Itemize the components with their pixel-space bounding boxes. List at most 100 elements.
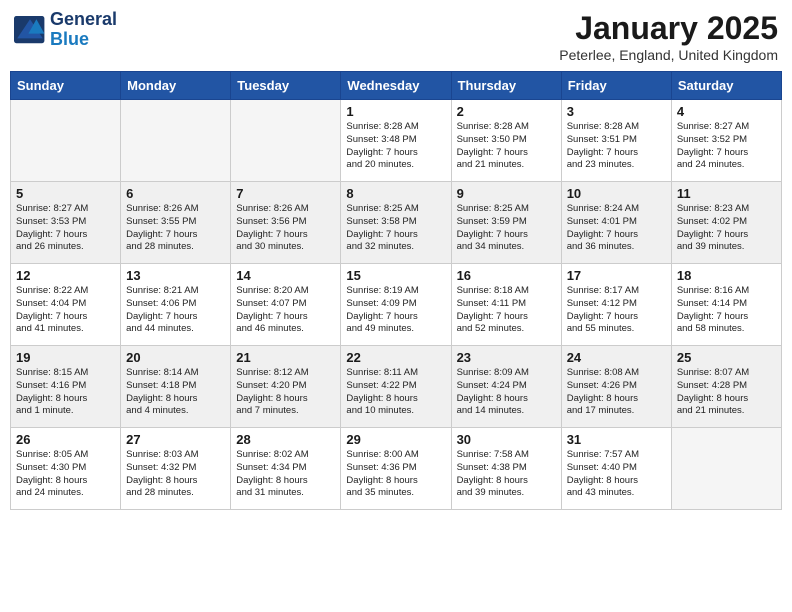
calendar-cell: 5Sunrise: 8:27 AM Sunset: 3:53 PM Daylig…	[11, 182, 121, 264]
day-info: Sunrise: 8:23 AM Sunset: 4:02 PM Dayligh…	[677, 203, 776, 254]
day-info: Sunrise: 8:25 AM Sunset: 3:58 PM Dayligh…	[346, 203, 445, 254]
day-info: Sunrise: 7:58 AM Sunset: 4:38 PM Dayligh…	[457, 449, 556, 500]
day-number: 5	[16, 186, 115, 201]
day-info: Sunrise: 8:17 AM Sunset: 4:12 PM Dayligh…	[567, 285, 666, 336]
day-info: Sunrise: 8:26 AM Sunset: 3:55 PM Dayligh…	[126, 203, 225, 254]
weekday-header-thursday: Thursday	[451, 72, 561, 100]
day-number: 13	[126, 268, 225, 283]
day-info: Sunrise: 8:28 AM Sunset: 3:48 PM Dayligh…	[346, 121, 445, 172]
day-info: Sunrise: 8:28 AM Sunset: 3:50 PM Dayligh…	[457, 121, 556, 172]
day-info: Sunrise: 8:08 AM Sunset: 4:26 PM Dayligh…	[567, 367, 666, 418]
day-number: 11	[677, 186, 776, 201]
day-info: Sunrise: 8:22 AM Sunset: 4:04 PM Dayligh…	[16, 285, 115, 336]
day-info: Sunrise: 8:27 AM Sunset: 3:52 PM Dayligh…	[677, 121, 776, 172]
day-info: Sunrise: 8:18 AM Sunset: 4:11 PM Dayligh…	[457, 285, 556, 336]
day-number: 21	[236, 350, 335, 365]
day-info: Sunrise: 8:02 AM Sunset: 4:34 PM Dayligh…	[236, 449, 335, 500]
day-number: 27	[126, 432, 225, 447]
calendar-cell: 23 Sunrise: 8:09 AM Sunset: 4:24 PM Dayli…	[451, 346, 561, 428]
calendar-cell: 22Sunrise: 8:11 AM Sunset: 4:22 PM Dayli…	[341, 346, 451, 428]
calendar-cell: 25Sunrise: 8:07 AM Sunset: 4:28 PM Dayli…	[671, 346, 781, 428]
day-info: Sunrise: 8:12 AM Sunset: 4:20 PM Dayligh…	[236, 367, 335, 418]
day-info: Sunrise: 8:16 AM Sunset: 4:14 PM Dayligh…	[677, 285, 776, 336]
calendar-cell: 1 Sunrise: 8:28 AM Sunset: 3:48 PM Daylig…	[341, 100, 451, 182]
day-info: Sunrise: 8:21 AM Sunset: 4:06 PM Dayligh…	[126, 285, 225, 336]
calendar-cell: 21 Sunrise: 8:12 AM Sunset: 4:20 PM Dayli…	[231, 346, 341, 428]
calendar-cell: 24 Sunrise: 8:08 AM Sunset: 4:26 PM Dayli…	[561, 346, 671, 428]
calendar-cell: 9 Sunrise: 8:25 AM Sunset: 3:59 PM Daylig…	[451, 182, 561, 264]
day-number: 8	[346, 186, 445, 201]
day-number: 17	[567, 268, 666, 283]
day-info: Sunrise: 8:07 AM Sunset: 4:28 PM Dayligh…	[677, 367, 776, 418]
location: Peterlee, England, United Kingdom	[559, 47, 778, 63]
calendar-cell: 19Sunrise: 8:15 AM Sunset: 4:16 PM Dayli…	[11, 346, 121, 428]
day-number: 4	[677, 104, 776, 119]
calendar-cell: 4 Sunrise: 8:27 AM Sunset: 3:52 PM Daylig…	[671, 100, 781, 182]
day-info: Sunrise: 8:00 AM Sunset: 4:36 PM Dayligh…	[346, 449, 445, 500]
day-info: Sunrise: 8:20 AM Sunset: 4:07 PM Dayligh…	[236, 285, 335, 336]
calendar-week-5: 26Sunrise: 8:05 AM Sunset: 4:30 PM Dayli…	[11, 428, 782, 510]
day-number: 3	[567, 104, 666, 119]
day-number: 23	[457, 350, 556, 365]
day-number: 6	[126, 186, 225, 201]
day-number: 22	[346, 350, 445, 365]
weekday-header-tuesday: Tuesday	[231, 72, 341, 100]
day-number: 31	[567, 432, 666, 447]
page-header: General Blue January 2025 Peterlee, Engl…	[10, 10, 782, 63]
day-info: Sunrise: 8:03 AM Sunset: 4:32 PM Dayligh…	[126, 449, 225, 500]
day-number: 14	[236, 268, 335, 283]
calendar-cell: 18 Sunrise: 8:16 AM Sunset: 4:14 PM Dayli…	[671, 264, 781, 346]
logo-icon	[14, 16, 46, 44]
calendar-cell: 13 Sunrise: 8:21 AM Sunset: 4:06 PM Dayli…	[121, 264, 231, 346]
weekday-header-monday: Monday	[121, 72, 231, 100]
calendar-cell: 29 Sunrise: 8:00 AM Sunset: 4:36 PM Dayli…	[341, 428, 451, 510]
title-block: January 2025 Peterlee, England, United K…	[559, 10, 778, 63]
calendar-cell: 17 Sunrise: 8:17 AM Sunset: 4:12 PM Dayli…	[561, 264, 671, 346]
calendar-cell: 26Sunrise: 8:05 AM Sunset: 4:30 PM Dayli…	[11, 428, 121, 510]
day-number: 24	[567, 350, 666, 365]
calendar-cell: 6 Sunrise: 8:26 AM Sunset: 3:55 PM Daylig…	[121, 182, 231, 264]
calendar-week-1: 1 Sunrise: 8:28 AM Sunset: 3:48 PM Daylig…	[11, 100, 782, 182]
day-info: Sunrise: 8:26 AM Sunset: 3:56 PM Dayligh…	[236, 203, 335, 254]
calendar-cell: 31 Sunrise: 7:57 AM Sunset: 4:40 PM Dayli…	[561, 428, 671, 510]
calendar-cell: 11 Sunrise: 8:23 AM Sunset: 4:02 PM Dayli…	[671, 182, 781, 264]
day-info: Sunrise: 8:14 AM Sunset: 4:18 PM Dayligh…	[126, 367, 225, 418]
weekday-header-saturday: Saturday	[671, 72, 781, 100]
weekday-header-row: SundayMondayTuesdayWednesdayThursdayFrid…	[11, 72, 782, 100]
calendar-cell	[11, 100, 121, 182]
day-number: 10	[567, 186, 666, 201]
day-info: Sunrise: 8:09 AM Sunset: 4:24 PM Dayligh…	[457, 367, 556, 418]
calendar-cell: 3 Sunrise: 8:28 AM Sunset: 3:51 PM Daylig…	[561, 100, 671, 182]
calendar-cell: 14 Sunrise: 8:20 AM Sunset: 4:07 PM Dayli…	[231, 264, 341, 346]
day-info: Sunrise: 8:15 AM Sunset: 4:16 PM Dayligh…	[16, 367, 115, 418]
logo: General Blue	[14, 10, 117, 50]
weekday-header-sunday: Sunday	[11, 72, 121, 100]
day-info: Sunrise: 8:28 AM Sunset: 3:51 PM Dayligh…	[567, 121, 666, 172]
day-number: 12	[16, 268, 115, 283]
day-number: 15	[346, 268, 445, 283]
month-title: January 2025	[559, 10, 778, 47]
calendar-cell: 15 Sunrise: 8:19 AM Sunset: 4:09 PM Dayli…	[341, 264, 451, 346]
calendar-cell: 7 Sunrise: 8:26 AM Sunset: 3:56 PM Daylig…	[231, 182, 341, 264]
calendar-cell: 28 Sunrise: 8:02 AM Sunset: 4:34 PM Dayli…	[231, 428, 341, 510]
day-number: 7	[236, 186, 335, 201]
calendar-cell	[121, 100, 231, 182]
calendar-cell: 16 Sunrise: 8:18 AM Sunset: 4:11 PM Dayli…	[451, 264, 561, 346]
calendar-cell	[671, 428, 781, 510]
day-number: 26	[16, 432, 115, 447]
day-number: 2	[457, 104, 556, 119]
day-info: Sunrise: 8:25 AM Sunset: 3:59 PM Dayligh…	[457, 203, 556, 254]
day-number: 16	[457, 268, 556, 283]
day-number: 1	[346, 104, 445, 119]
calendar-table: SundayMondayTuesdayWednesdayThursdayFrid…	[10, 71, 782, 510]
calendar-week-2: 5Sunrise: 8:27 AM Sunset: 3:53 PM Daylig…	[11, 182, 782, 264]
day-number: 29	[346, 432, 445, 447]
day-number: 9	[457, 186, 556, 201]
day-info: Sunrise: 7:57 AM Sunset: 4:40 PM Dayligh…	[567, 449, 666, 500]
day-info: Sunrise: 8:19 AM Sunset: 4:09 PM Dayligh…	[346, 285, 445, 336]
weekday-header-friday: Friday	[561, 72, 671, 100]
day-number: 28	[236, 432, 335, 447]
day-number: 18	[677, 268, 776, 283]
calendar-cell: 30Sunrise: 7:58 AM Sunset: 4:38 PM Dayli…	[451, 428, 561, 510]
calendar-cell: 20Sunrise: 8:14 AM Sunset: 4:18 PM Dayli…	[121, 346, 231, 428]
